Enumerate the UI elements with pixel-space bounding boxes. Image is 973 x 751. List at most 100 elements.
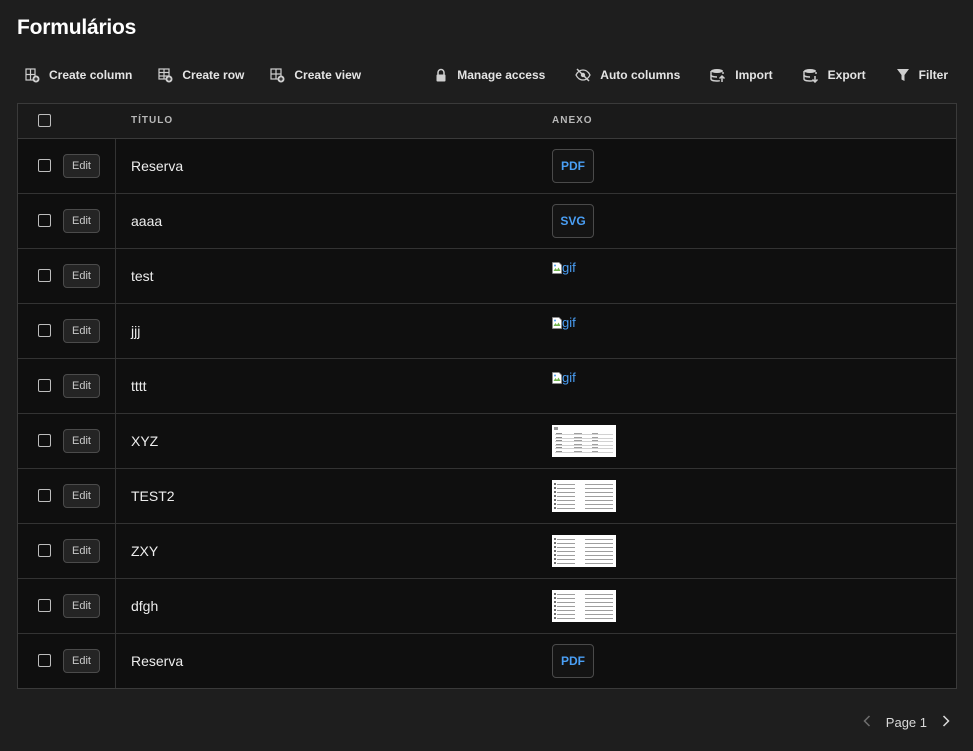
- toolbar: Create column Create row Create view Man…: [17, 64, 956, 86]
- export-icon: [802, 68, 819, 83]
- pagination: Page 1: [860, 712, 953, 732]
- attachment-thumbnail[interactable]: [552, 535, 616, 567]
- cell-anexo: PDF: [552, 139, 752, 193]
- row-select-cell: Edit: [18, 359, 116, 413]
- row-select-cell: Edit: [18, 579, 116, 633]
- manage-access-button[interactable]: Manage access: [426, 66, 553, 85]
- attachment-broken-image[interactable]: gif: [552, 261, 576, 275]
- edit-row-button[interactable]: Edit: [63, 264, 100, 288]
- edit-row-button[interactable]: Edit: [63, 539, 100, 563]
- create-view-button[interactable]: Create view: [262, 66, 369, 85]
- edit-row-button[interactable]: Edit: [63, 374, 100, 398]
- row-checkbox[interactable]: [38, 159, 51, 172]
- create-column-label: Create column: [49, 68, 133, 82]
- create-row-button[interactable]: Create row: [150, 66, 252, 85]
- attachment-thumbnail[interactable]: [552, 480, 616, 512]
- row-checkbox[interactable]: [38, 269, 51, 282]
- cell-titulo: Reserva: [131, 158, 184, 174]
- filter-button[interactable]: Filter: [888, 66, 956, 84]
- export-button[interactable]: Export: [795, 66, 874, 85]
- cell-anexo: gif: [552, 304, 752, 358]
- row-select-cell: Edit: [18, 634, 116, 688]
- data-table: TÍTULO ANEXO Edit Reserva PDF Edit aaaa SVG Ed…: [17, 103, 957, 689]
- table-row: Edit Reserva PDF: [18, 634, 956, 688]
- cell-titulo: ZXY: [131, 543, 159, 559]
- manage-access-label: Manage access: [457, 68, 546, 82]
- cell-anexo: gif: [552, 359, 752, 413]
- create-row-icon: [158, 67, 173, 83]
- filter-icon: [896, 68, 910, 82]
- row-select-cell: Edit: [18, 414, 116, 468]
- row-checkbox[interactable]: [38, 489, 51, 502]
- cell-anexo: [552, 524, 752, 578]
- cell-anexo: gif: [552, 249, 752, 303]
- create-row-label: Create row: [182, 68, 245, 82]
- eye-off-icon: [575, 68, 592, 82]
- create-view-label: Create view: [294, 68, 362, 82]
- create-column-button[interactable]: Create column: [17, 66, 140, 85]
- column-header-anexo[interactable]: ANEXO: [552, 104, 593, 138]
- edit-row-button[interactable]: Edit: [63, 319, 100, 343]
- attachment-thumbnail[interactable]: [552, 425, 616, 457]
- prev-page-button[interactable]: [860, 714, 874, 730]
- import-label: Import: [735, 68, 773, 82]
- row-checkbox[interactable]: [38, 214, 51, 227]
- attachment-alt-text: gif: [562, 315, 576, 330]
- select-all-checkbox[interactable]: [38, 114, 51, 127]
- row-checkbox[interactable]: [38, 599, 51, 612]
- cell-anexo: [552, 579, 752, 633]
- column-header-titulo[interactable]: TÍTULO: [131, 104, 173, 138]
- page-indicator: Page 1: [885, 714, 927, 730]
- cell-titulo: aaaa: [131, 213, 163, 229]
- row-select-cell: Edit: [18, 524, 116, 578]
- toolbar-right-group: Manage access Auto columns Import Export…: [412, 66, 956, 85]
- broken-image-icon: [552, 261, 562, 274]
- table-header-row: TÍTULO ANEXO: [18, 104, 956, 139]
- header-select-cell: [18, 104, 115, 138]
- filter-label: Filter: [918, 68, 948, 82]
- toolbar-left-group: Create column Create row Create view: [17, 66, 379, 85]
- row-checkbox[interactable]: [38, 379, 51, 392]
- auto-columns-label: Auto columns: [600, 68, 681, 82]
- table-row: Edit XYZ: [18, 414, 956, 469]
- row-checkbox[interactable]: [38, 654, 51, 667]
- row-select-cell: Edit: [18, 249, 116, 303]
- attachment-alt-text: gif: [562, 370, 576, 385]
- cell-titulo: dfgh: [131, 598, 159, 614]
- table-row: Edit aaaa SVG: [18, 194, 956, 249]
- attachment-file-badge[interactable]: PDF: [552, 149, 594, 183]
- edit-row-button[interactable]: Edit: [63, 429, 100, 453]
- cell-anexo: PDF: [552, 634, 752, 688]
- attachment-alt-text: gif: [562, 260, 576, 275]
- cell-titulo: test: [131, 268, 154, 284]
- row-select-cell: Edit: [18, 469, 116, 523]
- row-select-cell: Edit: [18, 304, 116, 358]
- import-button[interactable]: Import: [702, 66, 780, 85]
- attachment-thumbnail[interactable]: [552, 590, 616, 622]
- edit-row-button[interactable]: Edit: [63, 209, 100, 233]
- row-checkbox[interactable]: [38, 434, 51, 447]
- export-label: Export: [827, 68, 866, 82]
- chevron-left-icon: [863, 714, 871, 730]
- row-select-cell: Edit: [18, 194, 116, 248]
- cell-anexo: [552, 414, 752, 468]
- edit-row-button[interactable]: Edit: [63, 154, 100, 178]
- attachment-broken-image[interactable]: gif: [552, 316, 576, 330]
- cell-titulo: Reserva: [131, 653, 184, 669]
- attachment-broken-image[interactable]: gif: [552, 371, 576, 385]
- attachment-file-badge[interactable]: PDF: [552, 644, 594, 678]
- auto-columns-button[interactable]: Auto columns: [567, 66, 688, 84]
- import-icon: [710, 68, 726, 83]
- next-page-button[interactable]: [939, 714, 953, 729]
- row-checkbox[interactable]: [38, 324, 51, 337]
- attachment-file-badge[interactable]: SVG: [552, 204, 594, 238]
- edit-row-button[interactable]: Edit: [63, 484, 100, 508]
- cell-anexo: SVG: [552, 194, 752, 248]
- edit-row-button[interactable]: Edit: [63, 649, 100, 673]
- table-row: Edit TEST2: [18, 469, 956, 524]
- cell-titulo: jjj: [131, 323, 141, 339]
- edit-row-button[interactable]: Edit: [63, 594, 100, 618]
- cell-anexo: [552, 469, 752, 523]
- row-checkbox[interactable]: [38, 544, 51, 557]
- cell-titulo: XYZ: [131, 433, 159, 449]
